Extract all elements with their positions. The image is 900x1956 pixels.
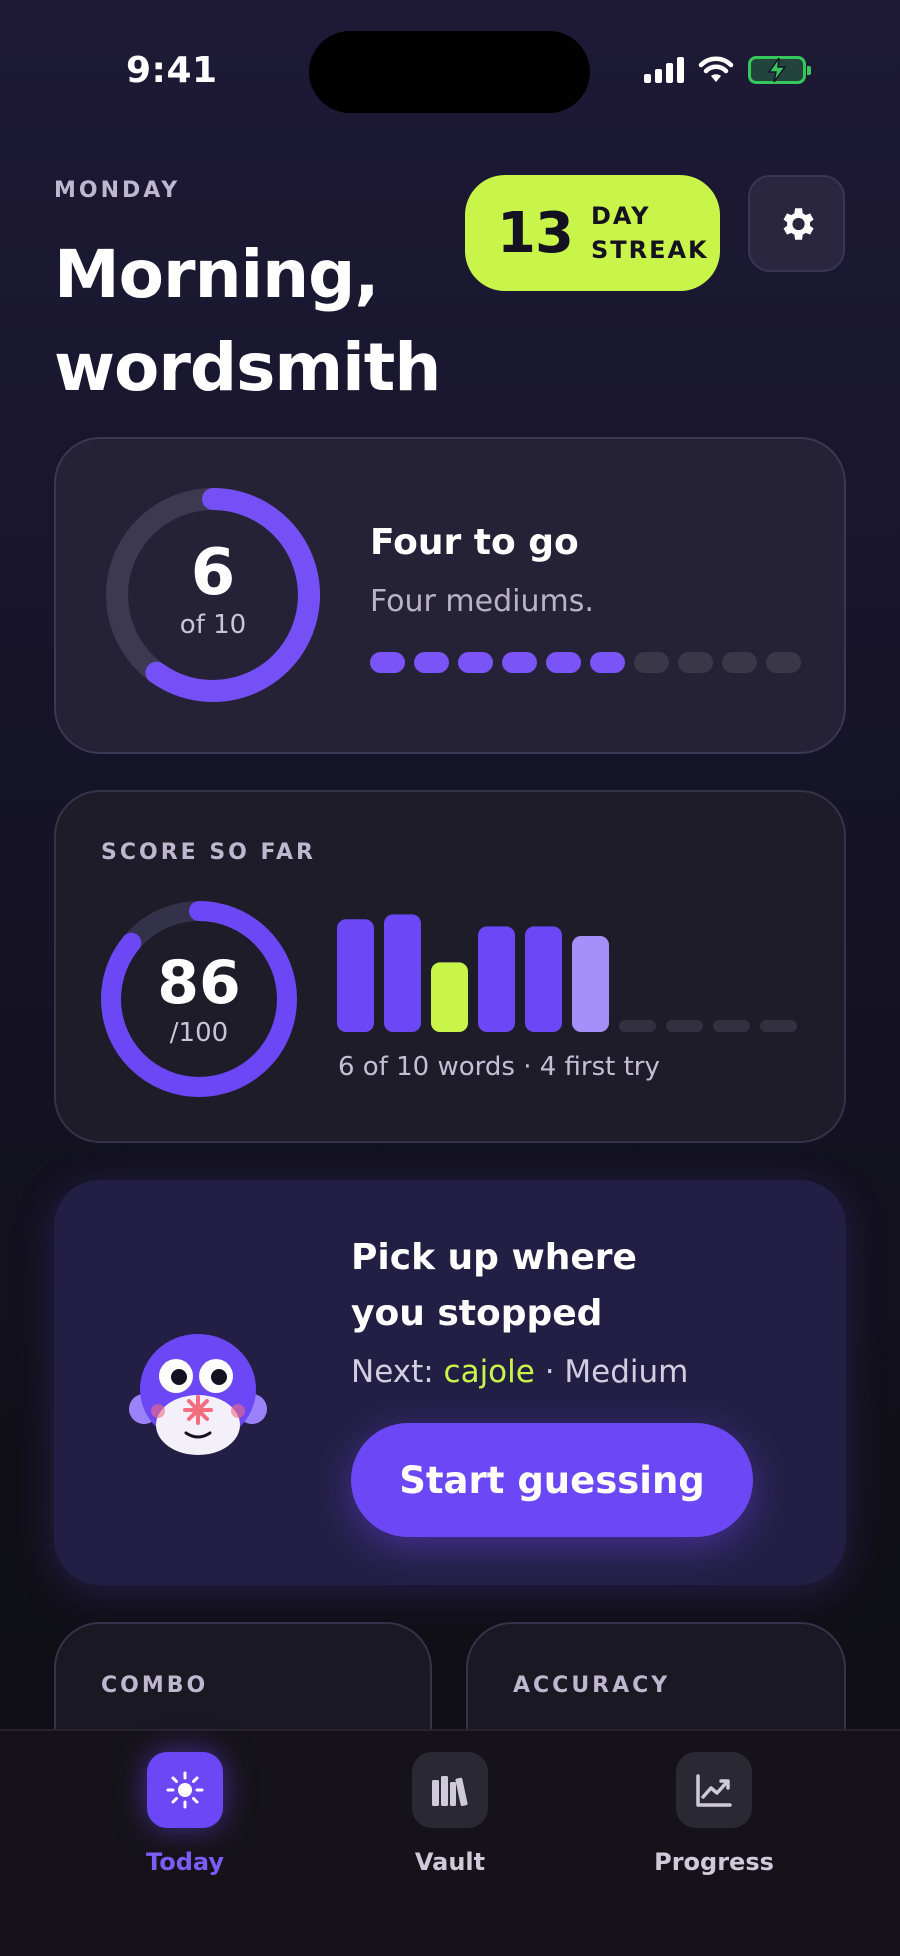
progress-dot xyxy=(546,652,581,673)
progress-dots xyxy=(370,652,801,673)
score-caption: 6 of 10 words · 4 first try xyxy=(338,1052,660,1082)
next-prefix: Next: xyxy=(351,1354,434,1390)
settings-button[interactable] xyxy=(748,175,845,272)
progress-count: 6 xyxy=(190,536,236,610)
tab-progress-icon-wrap xyxy=(676,1752,752,1828)
word-score-bar xyxy=(619,1020,656,1032)
streak-label: DAY STREAK xyxy=(591,199,709,267)
status-icons xyxy=(644,56,811,84)
battery-charging-icon xyxy=(748,56,811,84)
status-time: 9:41 xyxy=(126,50,218,91)
greeting-line-2: wordsmith xyxy=(54,329,441,406)
streak-count: 13 xyxy=(497,200,574,266)
books-icon xyxy=(432,1776,468,1807)
gear-icon xyxy=(783,207,814,240)
next-level: Medium xyxy=(564,1354,689,1390)
tab-vault[interactable]: Vault xyxy=(375,1752,525,1876)
progress-dot xyxy=(722,652,757,673)
word-score-bar xyxy=(760,1020,797,1032)
word-score-bar xyxy=(337,919,374,1032)
score-label: SCORE SO FAR xyxy=(101,840,316,865)
progress-dot xyxy=(502,652,537,673)
word-score-bar xyxy=(384,914,421,1032)
dynamic-island xyxy=(309,31,590,113)
resume-title-line-2: you stopped xyxy=(351,1293,603,1334)
trend-chart-icon xyxy=(696,1774,732,1807)
score-value: 86 xyxy=(157,948,241,1018)
cellular-signal-icon xyxy=(644,57,684,83)
score-max: /100 xyxy=(169,1018,229,1048)
combo-label: COMBO xyxy=(101,1673,209,1698)
streak-label-line-1: DAY xyxy=(590,202,651,230)
progress-dot xyxy=(414,652,449,673)
progress-ring-label: 6 of 10 xyxy=(100,536,326,640)
score-ring-label: 86 /100 xyxy=(100,948,298,1048)
word-score-bar xyxy=(525,926,562,1032)
resume-title-line-1: Pick up where xyxy=(351,1237,637,1278)
progress-dot xyxy=(634,652,669,673)
progress-of-label: of 10 xyxy=(179,610,247,640)
word-score-bar xyxy=(713,1020,750,1032)
progress-dot xyxy=(678,652,713,673)
progress-subtitle: Four mediums. xyxy=(370,584,594,619)
next-word-info: Next: cajole · Medium xyxy=(351,1354,688,1390)
tab-vault-icon-wrap xyxy=(412,1752,488,1828)
accuracy-label: ACCURACY xyxy=(513,1673,671,1698)
tab-today[interactable]: Today xyxy=(110,1752,260,1876)
owl-mascot-icon xyxy=(129,1334,267,1455)
progress-dot xyxy=(590,652,625,673)
progress-dot xyxy=(370,652,405,673)
word-score-bars xyxy=(337,914,797,1032)
resume-title: Pick up where you stopped xyxy=(351,1230,637,1342)
streak-label-line-2: STREAK xyxy=(590,236,709,264)
progress-dot xyxy=(766,652,801,673)
word-score-bar xyxy=(666,1020,703,1032)
next-separator: · xyxy=(534,1354,565,1390)
tab-today-icon-wrap xyxy=(147,1752,223,1828)
tab-today-label: Today xyxy=(146,1848,224,1876)
tab-progress-label: Progress xyxy=(654,1848,774,1876)
progress-dot xyxy=(458,652,493,673)
word-score-bar xyxy=(478,926,515,1032)
next-word: cajole xyxy=(443,1354,535,1390)
tab-progress[interactable]: Progress xyxy=(639,1752,789,1876)
word-score-bar xyxy=(572,936,609,1032)
greeting-line-1: Morning, xyxy=(54,236,379,313)
word-score-bar xyxy=(431,962,468,1032)
day-label: MONDAY xyxy=(54,178,181,203)
sun-icon xyxy=(166,1771,204,1809)
tab-vault-label: Vault xyxy=(414,1848,486,1876)
streak-badge[interactable]: 13 DAY STREAK xyxy=(465,175,720,291)
start-guessing-button[interactable]: Start guessing xyxy=(351,1423,753,1537)
progress-title: Four to go xyxy=(370,522,579,563)
greeting-title: Morning, wordsmith xyxy=(54,228,441,414)
wifi-icon xyxy=(698,56,734,82)
